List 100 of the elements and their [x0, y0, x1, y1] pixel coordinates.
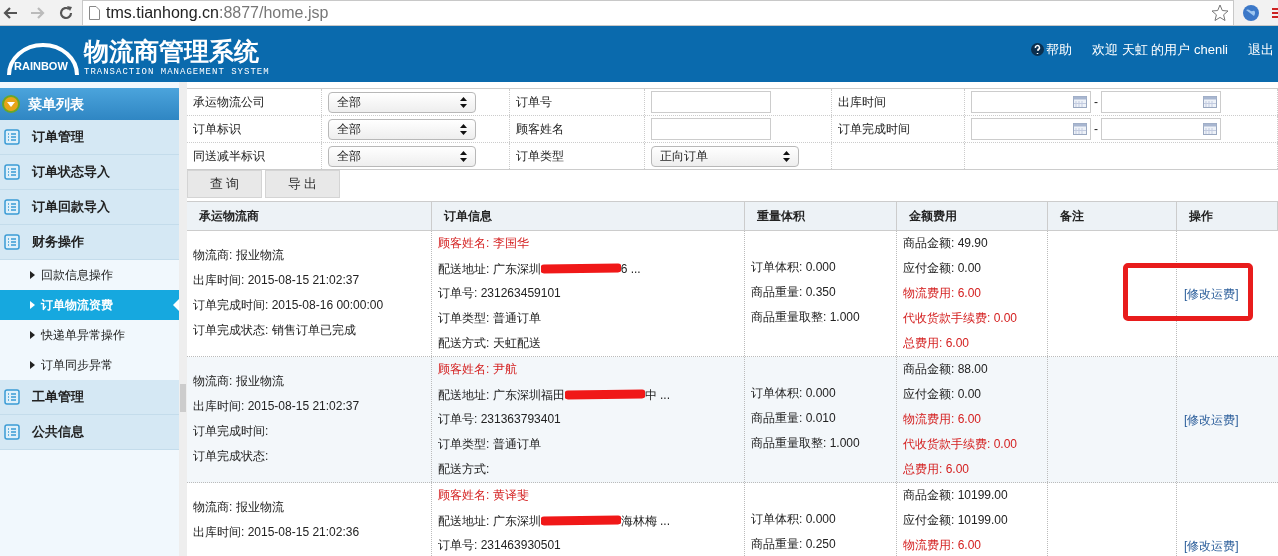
- sidebar-title: 菜单列表: [28, 94, 84, 114]
- scrollbar-thumb[interactable]: [180, 384, 186, 412]
- cell-text: 订单体积: 0.000: [751, 259, 837, 276]
- cell-text: 应付金额: 0.00: [903, 260, 983, 277]
- customer-name: 顾客姓名: 黄译斐: [438, 487, 530, 504]
- list-icon: [4, 129, 20, 145]
- filter-label: 同送减半标识: [193, 148, 265, 165]
- calendar-icon[interactable]: [1203, 123, 1217, 135]
- address-text: 配送地址: 广东深圳: [438, 512, 541, 530]
- cell-text: 总费用: 6.00: [903, 335, 971, 352]
- menu-group[interactable]: 订单回款导入: [0, 190, 179, 225]
- updown-icon: [460, 123, 467, 135]
- menu-item[interactable]: 订单同步异常: [0, 350, 179, 380]
- cell-text: 物流费用: 6.00: [903, 285, 983, 302]
- menu-item[interactable]: 快递单异常操作: [0, 320, 179, 350]
- cell-text: 商品重量: 0.010: [751, 410, 837, 427]
- column-header: 金额费用: [909, 208, 957, 225]
- cell-text: 商品金额: 10199.00: [903, 487, 1009, 504]
- menu-group[interactable]: 订单状态导入: [0, 155, 179, 190]
- filter-label: 出库时间: [838, 94, 886, 111]
- input-field[interactable]: [651, 91, 771, 113]
- cell-text: 出库时间: 2015-08-15 21:02:36: [193, 524, 361, 541]
- list-icon: [4, 389, 20, 405]
- edit-fee-link[interactable]: [修改运费]: [1184, 536, 1239, 555]
- filter-label: 订单类型: [516, 148, 564, 165]
- cell-text: 配送方式: 天虹配送: [438, 335, 542, 352]
- filter-label: 订单完成时间: [838, 121, 910, 138]
- cell-text: 订单号: 231463930501: [438, 537, 562, 554]
- cell-text: 总费用: 6.00: [903, 461, 971, 478]
- address-text: 配送地址: 广东深圳: [438, 260, 541, 278]
- caret-icon: [30, 301, 35, 309]
- cell-text: 代收货款手续费: 0.00: [903, 436, 1019, 453]
- select-dropdown[interactable]: 全部: [328, 145, 476, 167]
- select-dropdown[interactable]: 正向订单: [651, 145, 799, 167]
- date-field[interactable]: [971, 118, 1091, 140]
- caret-icon: [30, 331, 35, 339]
- url-text: tms.tianhong.cn:8877/home.jsp: [106, 2, 329, 23]
- cell-text: 商品金额: 88.00: [903, 361, 989, 378]
- star-icon[interactable]: [1211, 3, 1229, 22]
- menu-group[interactable]: 工单管理: [0, 380, 179, 415]
- logout-link[interactable]: 退出: [1248, 40, 1274, 60]
- cell-text: 订单体积: 0.000: [751, 385, 837, 402]
- menu-group[interactable]: 财务操作: [0, 225, 179, 260]
- action-button[interactable]: 查 询: [187, 170, 262, 198]
- menu-group[interactable]: 公共信息: [0, 415, 179, 450]
- filter-label: 订单号: [516, 94, 552, 111]
- filter-label: 承运物流公司: [193, 94, 265, 111]
- forward-icon[interactable]: [30, 5, 46, 20]
- calendar-icon[interactable]: [1073, 123, 1087, 135]
- action-button[interactable]: 导 出: [265, 170, 340, 198]
- column-header: 承运物流商: [199, 208, 259, 225]
- app-subtitle: TRANSACTION MANAGEMENT SYSTEM: [84, 66, 270, 78]
- cell-text: 订单号: 231363793401: [438, 411, 562, 428]
- date-field[interactable]: [971, 91, 1091, 113]
- date-field[interactable]: [1101, 118, 1221, 140]
- cell-text: 订单类型: 普通订单: [438, 436, 542, 453]
- date-field[interactable]: [1101, 91, 1221, 113]
- select-dropdown[interactable]: 全部: [328, 118, 476, 140]
- cell-text: 订单号: 231263459101: [438, 285, 562, 302]
- select-dropdown[interactable]: 全部: [328, 91, 476, 113]
- globe-icon[interactable]: [1242, 3, 1260, 22]
- dropdown-icon: [2, 95, 20, 113]
- address-text: 6 ...: [620, 260, 641, 278]
- list-icon: [4, 234, 20, 250]
- cell-text: 物流费用: 6.00: [903, 411, 983, 428]
- address-bar[interactable]: tms.tianhong.cn:8877/home.jsp: [82, 0, 1234, 26]
- help-link[interactable]: 帮助: [1046, 40, 1073, 60]
- input-field[interactable]: [651, 118, 771, 140]
- cell-text: 物流商: 报业物流: [193, 247, 285, 264]
- cell-text: 订单完成时间:: [193, 423, 270, 440]
- customer-name: 顾客姓名: 尹航: [438, 361, 518, 378]
- cell-text: 代收货款手续费: 0.00: [903, 310, 1019, 327]
- caret-icon: [30, 271, 35, 279]
- menu-item[interactable]: 回款信息操作: [0, 260, 179, 290]
- updown-icon: [460, 150, 467, 162]
- list-icon: [4, 164, 20, 180]
- cell-text: 订单完成状态: 销售订单已完成: [193, 322, 357, 339]
- range-separator: -: [1094, 121, 1098, 138]
- cell-text: 商品重量: 0.250: [751, 536, 837, 553]
- filter-label: 顾客姓名: [516, 121, 564, 138]
- cell-text: 商品重量取整: 1.000: [751, 309, 861, 326]
- calendar-icon[interactable]: [1073, 96, 1087, 108]
- cell-text: 订单完成时间: 2015-08-16 00:00:00: [193, 297, 385, 314]
- caret-icon: [30, 361, 35, 369]
- column-header: 备注: [1060, 208, 1084, 225]
- welcome-text: 欢迎 天虹 的用户 chenli: [1092, 41, 1228, 59]
- edit-fee-link[interactable]: [修改运费]: [1184, 284, 1239, 303]
- back-icon[interactable]: [2, 5, 18, 20]
- calendar-icon[interactable]: [1203, 96, 1217, 108]
- edit-fee-link[interactable]: [修改运费]: [1184, 410, 1239, 429]
- column-header: 重量体积: [757, 208, 805, 225]
- reload-icon[interactable]: [58, 4, 74, 21]
- address-text: 配送地址: 广东深圳福田: [438, 386, 565, 404]
- menu-icon[interactable]: [1272, 5, 1278, 20]
- updown-icon: [460, 96, 467, 108]
- updown-icon: [783, 150, 790, 162]
- cell-text: 商品重量取整: 1.000: [751, 435, 861, 452]
- page-icon: [89, 5, 100, 20]
- help-icon[interactable]: [1031, 43, 1045, 57]
- menu-group[interactable]: 订单管理: [0, 120, 179, 155]
